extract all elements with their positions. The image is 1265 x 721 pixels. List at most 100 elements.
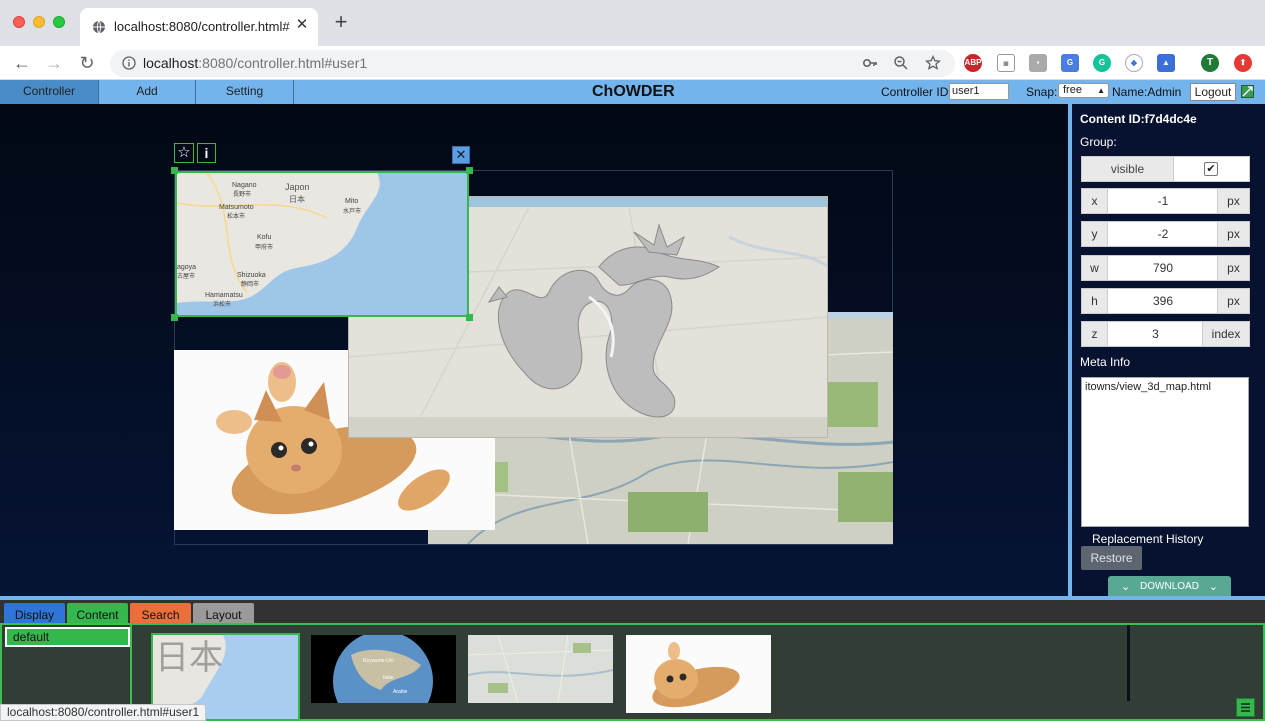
controller-id-input[interactable]: user1 (949, 83, 1009, 100)
w-unit: px (1217, 256, 1249, 280)
map-label: 松本市 (227, 212, 245, 220)
y-field: y -2 px (1081, 221, 1250, 247)
bookmark-star-icon[interactable] (925, 55, 941, 71)
rtc-extension-icon[interactable]: ❖ (1125, 54, 1143, 72)
menu-add[interactable]: Add (99, 80, 196, 104)
replacement-history-label: Replacement History (1092, 532, 1204, 546)
map-label: Matsumoto (219, 204, 254, 211)
url-text[interactable]: localhost:8080/controller.html#user1 (143, 55, 367, 71)
adblock-icon[interactable]: ABP (964, 54, 982, 72)
x-unit: px (1217, 189, 1249, 213)
map-label: Shizuoka (237, 272, 266, 279)
info-icon[interactable] (122, 56, 136, 70)
visible-toggle-row: visible ✔ (1081, 156, 1250, 182)
close-content-icon[interactable]: ✕ (452, 146, 470, 164)
chevron-down-icon: ⌄ (1121, 581, 1131, 593)
property-panel: Content ID:f7d4dc4e Group: visible ✔ x -… (1068, 104, 1265, 596)
snap-select[interactable]: free ▲ (1058, 83, 1109, 98)
key-icon[interactable] (862, 55, 878, 71)
window-maximize-icon[interactable] (53, 16, 65, 28)
h-input[interactable]: 396 (1108, 289, 1218, 313)
thumbnail-kitten[interactable] (626, 635, 771, 713)
content-japan-map-selected[interactable]: Nagano 長野市 Japon 日本 Matsumoto 松本市 Mito 水… (175, 171, 469, 317)
resize-handle[interactable] (171, 167, 178, 174)
menu-controller[interactable]: Controller (0, 80, 99, 104)
forward-icon[interactable]: → (43, 52, 65, 74)
content-id-label: Content ID:f7d4dc4e (1080, 112, 1197, 126)
status-bar-url: localhost:8080/controller.html#user1 (0, 704, 207, 721)
hamburger-menu-icon[interactable] (1236, 698, 1255, 717)
z-field: z 3 index (1081, 321, 1250, 347)
new-tab-button[interactable]: + (332, 11, 350, 33)
window-close-icon[interactable] (13, 16, 25, 28)
user-name-label: Name:Admin (1112, 85, 1182, 99)
map-label: Nagano (232, 182, 257, 189)
restore-button[interactable]: Restore (1081, 546, 1142, 570)
meta-info-textarea[interactable]: itowns/view_3d_map.html (1081, 377, 1249, 527)
browser-tab[interactable]: localhost:8080/controller.html#user1 ✕ (80, 8, 318, 46)
logout-button[interactable]: Logout (1190, 83, 1236, 101)
w-input[interactable]: 790 (1108, 256, 1218, 280)
fullscreen-icon[interactable] (1241, 85, 1254, 98)
download-label: DOWNLOAD (1140, 581, 1199, 592)
chat-extension-icon[interactable]: ▪ (1029, 54, 1047, 72)
map-label: 甲府市 (255, 243, 273, 251)
address-bar[interactable]: localhost:8080/controller.html#user1 (110, 50, 955, 77)
h-label: h (1082, 289, 1108, 313)
profile-avatar[interactable]: T (1201, 54, 1219, 72)
map-label: Japon (285, 182, 310, 192)
tab-search[interactable]: Search (130, 603, 191, 625)
map-label: 水戸市 (343, 207, 361, 215)
display-canvas[interactable]: Nagano 長野市 Japon 日本 Matsumoto 松本市 Mito 水… (0, 104, 1068, 596)
tab-display[interactable]: Display (4, 603, 65, 625)
w-field: w 790 px (1081, 255, 1250, 281)
camera-icon[interactable]: ◙ (997, 54, 1015, 72)
x-field: x -1 px (1081, 188, 1250, 214)
app-header: Controller Add Setting ChOWDER Controlle… (0, 80, 1265, 104)
thumbnail-label: 日本 (155, 638, 223, 678)
resize-handle[interactable] (466, 167, 473, 174)
z-input[interactable]: 3 (1108, 322, 1203, 346)
window-minimize-icon[interactable] (33, 16, 45, 28)
panel-divider (1127, 625, 1130, 701)
download-button[interactable]: ⌄ DOWNLOAD ⌄ (1108, 576, 1231, 596)
map-label: 古屋市 (177, 272, 195, 280)
zoom-out-icon[interactable] (893, 55, 909, 71)
group-item-default[interactable]: default (5, 627, 130, 647)
y-input[interactable]: -2 (1108, 222, 1218, 246)
translate-icon[interactable]: G (1061, 54, 1079, 72)
z-label: z (1082, 322, 1108, 346)
info-icon[interactable]: i (197, 143, 216, 163)
x-input[interactable]: -1 (1108, 189, 1218, 213)
select-arrows-icon: ▲ (1097, 86, 1105, 95)
globe-icon (93, 20, 105, 34)
thumbnail-globe[interactable]: Royaume-Uni Italie Arabie (311, 635, 456, 703)
map-label: Mito (345, 198, 358, 205)
controller-id-label: Controller ID: (881, 85, 952, 99)
w-label: w (1082, 256, 1108, 280)
resize-handle[interactable] (466, 314, 473, 321)
back-icon[interactable]: ← (11, 52, 33, 74)
map-label: 日本 (289, 194, 305, 204)
bottom-panel: Display Content Search Layout default 日本… (0, 600, 1265, 721)
y-label: y (1082, 222, 1108, 246)
tab-content[interactable]: Content (67, 603, 128, 625)
resize-handle[interactable] (171, 314, 178, 321)
reload-icon[interactable]: ↻ (76, 52, 98, 74)
upload-extension-icon[interactable]: ⬆ (1234, 54, 1252, 72)
map-label: 静岡市 (241, 280, 259, 288)
h-field: h 396 px (1081, 288, 1250, 314)
globe-label: Italie (383, 675, 394, 681)
visible-checkbox[interactable]: ✔ (1204, 162, 1218, 176)
tab-close-icon[interactable]: ✕ (294, 17, 310, 33)
map-label: Kofu (257, 234, 272, 241)
browser-tab-strip: localhost:8080/controller.html#user1 ✕ + (0, 0, 1265, 46)
favorite-star-icon[interactable]: ☆ (174, 143, 194, 163)
map-label: agoya (177, 264, 196, 271)
thumbnail-3d-map[interactable] (468, 635, 613, 703)
tab-layout[interactable]: Layout (193, 603, 254, 625)
grammarly-icon[interactable]: G (1093, 54, 1111, 72)
menu-setting[interactable]: Setting (196, 80, 294, 104)
graduation-cap-icon[interactable]: ▲ (1157, 54, 1175, 72)
map-label: Hamamatsu (205, 292, 243, 299)
